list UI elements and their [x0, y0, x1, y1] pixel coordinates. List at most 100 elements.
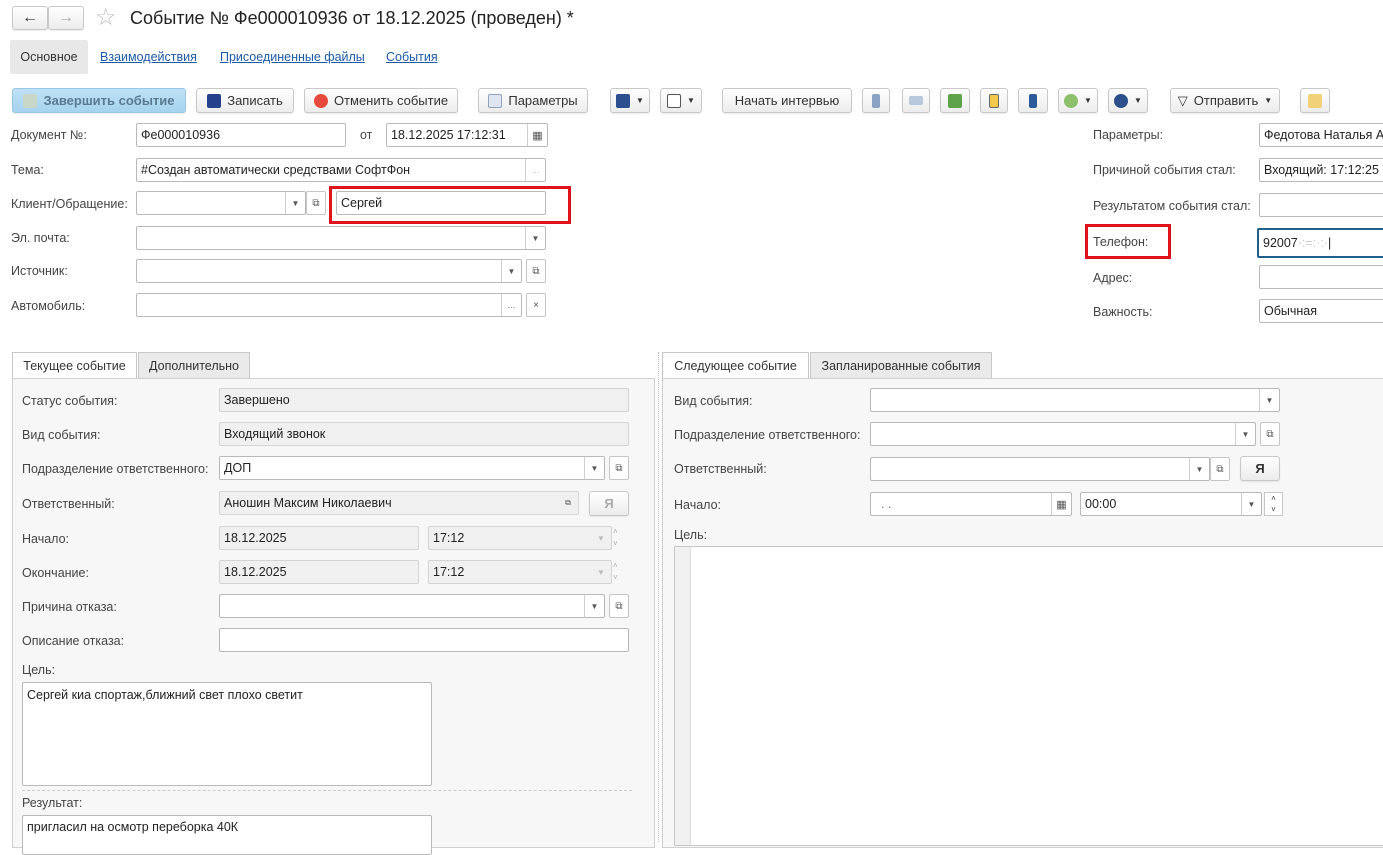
params-input[interactable]: Федотова Наталья А: [1259, 123, 1383, 147]
send-icon: ▽: [1177, 92, 1188, 108]
chevron-down-icon[interactable]: ▼: [1241, 493, 1261, 515]
calendar-icon[interactable]: ▦: [527, 124, 547, 146]
cause-input[interactable]: Входящий: 17:12:25: [1259, 158, 1383, 182]
chevron-down-icon[interactable]: ▼: [1235, 423, 1255, 445]
forward-button[interactable]: →: [48, 6, 84, 30]
star-icon[interactable]: ☆: [95, 3, 117, 32]
address-label: Адрес:: [1093, 271, 1133, 285]
highlight-box: [329, 186, 571, 224]
importance-select[interactable]: Обычная: [1259, 299, 1383, 323]
open-source-button[interactable]: ⧉: [526, 259, 546, 283]
tab-current-event[interactable]: Текущее событие: [12, 352, 137, 378]
chevron-down-icon[interactable]: ▼: [584, 595, 604, 617]
open-icon[interactable]: ⧉: [558, 492, 578, 514]
value: Входящий: 17:12:25: [1264, 163, 1379, 177]
date-input[interactable]: 18.12.2025 17:12:31 ▦: [386, 123, 548, 147]
time-stepper[interactable]: ˄ ˅: [1264, 492, 1283, 516]
label: Я: [604, 496, 614, 511]
page-title: Событие № Фе000010936 от 18.12.2025 (про…: [130, 8, 574, 28]
tab-label: Основное: [20, 50, 78, 64]
label: Начать интервью: [734, 93, 840, 108]
tab-events[interactable]: События: [386, 50, 438, 64]
ellipsis-icon[interactable]: …: [501, 294, 521, 316]
tab-additional[interactable]: Дополнительно: [138, 352, 250, 378]
next-goal-textarea[interactable]: [674, 546, 1383, 846]
label: Отменить событие: [333, 93, 449, 108]
create-based-button[interactable]: ▼: [660, 88, 702, 113]
value: 17:12: [433, 531, 465, 545]
next-kind-input[interactable]: ▼: [870, 388, 1280, 412]
schedule-button[interactable]: [1300, 88, 1330, 113]
next-dept-input[interactable]: ▼: [870, 422, 1256, 446]
edit-time-button[interactable]: [940, 88, 970, 113]
complete-event-button[interactable]: Завершить событие: [12, 88, 186, 113]
open-next-responsible-button[interactable]: ⧉: [1210, 457, 1230, 481]
chevron-down-icon[interactable]: ▼: [1259, 389, 1279, 411]
chevron-down-icon[interactable]: ▼: [525, 227, 545, 249]
next-start-date-input[interactable]: . . ▦: [870, 492, 1072, 516]
goal-textarea[interactable]: Сергей киа спортаж,ближний свет плохо св…: [22, 682, 432, 786]
clear-car-button[interactable]: ×: [526, 293, 546, 317]
client-input[interactable]: ▼: [136, 191, 306, 215]
back-button[interactable]: ←: [12, 6, 48, 30]
open-icon: ⧉: [1266, 428, 1274, 440]
tab-interactions[interactable]: Взаимодействия: [100, 50, 197, 64]
source-label: Источник:: [11, 264, 68, 278]
list-button[interactable]: [862, 88, 890, 113]
refuse-label: Причина отказа:: [22, 600, 117, 614]
tab-next-event[interactable]: Следующее событие: [662, 352, 809, 378]
refuse-input[interactable]: ▼: [219, 594, 605, 618]
next-start-time-input[interactable]: 00:00 ▼: [1080, 492, 1262, 516]
next-start-label: Начало:: [674, 498, 722, 512]
doc-number-input[interactable]: Фе000010936: [136, 123, 346, 147]
create-based-icon: [667, 93, 682, 108]
open-client-button[interactable]: ⧉: [306, 191, 326, 215]
car-input[interactable]: …: [136, 293, 522, 317]
ellipsis-icon[interactable]: …: [525, 159, 545, 181]
next-responsible-input[interactable]: ▼: [870, 457, 1210, 481]
splitter[interactable]: [658, 352, 659, 842]
value: Входящий звонок: [224, 427, 326, 441]
value: 00:00: [1085, 497, 1117, 511]
topic-input[interactable]: #Создан автоматически средствами СофтФон…: [136, 158, 546, 182]
assign-me-button[interactable]: Я: [589, 491, 629, 516]
label: Следующее событие: [674, 358, 797, 373]
source-input[interactable]: ▼: [136, 259, 522, 283]
users-button[interactable]: ▼: [1058, 88, 1098, 113]
tab-main[interactable]: Основное: [10, 40, 88, 74]
more-button[interactable]: ▼: [1108, 88, 1148, 113]
printer-icon: [616, 93, 631, 108]
parameters-button[interactable]: Параметры: [478, 88, 588, 113]
start-interview-button[interactable]: Начать интервью: [722, 88, 852, 113]
chevron-down-icon: ▼: [636, 96, 644, 105]
open-next-dept-button[interactable]: ⧉: [1260, 422, 1280, 446]
next-assign-me-button[interactable]: Я: [1240, 456, 1280, 481]
chevron-down-icon: ▼: [597, 533, 605, 543]
tab-attached-files[interactable]: Присоединенные файлы: [220, 50, 365, 64]
hierarchy-button[interactable]: [1018, 88, 1048, 113]
email-input[interactable]: ▼: [136, 226, 546, 250]
calendar-icon[interactable]: ▦: [1051, 493, 1071, 515]
cancel-event-button[interactable]: Отменить событие: [304, 88, 458, 113]
refuse-desc-input[interactable]: [219, 628, 629, 652]
chevron-down-icon[interactable]: ▼: [1189, 458, 1209, 480]
email-label: Эл. почта:: [11, 231, 70, 245]
tab-planned-events[interactable]: Запланированные события: [810, 352, 992, 378]
phone-input[interactable]: 92007 ·:=:·:· |: [1257, 228, 1383, 258]
result-input[interactable]: [1259, 193, 1383, 217]
tape-button[interactable]: [902, 88, 930, 113]
address-input[interactable]: [1259, 265, 1383, 289]
label: Завершить событие: [43, 93, 175, 108]
print-button[interactable]: ▼: [610, 88, 650, 113]
open-dept-button[interactable]: ⧉: [609, 456, 629, 480]
result-textarea[interactable]: пригласил на осмотр переборка 40К: [22, 815, 432, 855]
open-refuse-button[interactable]: ⧉: [609, 594, 629, 618]
next-responsible-label: Ответственный:: [674, 462, 767, 476]
chevron-down-icon[interactable]: ▼: [501, 260, 521, 282]
save-button[interactable]: Записать: [196, 88, 294, 113]
dept-input[interactable]: ДОП ▼: [219, 456, 605, 480]
chevron-down-icon[interactable]: ▼: [285, 192, 305, 214]
chevron-down-icon[interactable]: ▼: [584, 457, 604, 479]
contact-card-button[interactable]: [980, 88, 1008, 113]
send-button[interactable]: ▽ Отправить ▼: [1170, 88, 1280, 113]
